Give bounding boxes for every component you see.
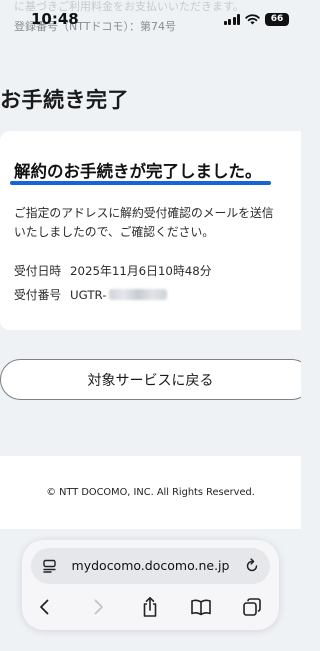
status-icons: 66 xyxy=(223,12,289,26)
forward-nav-button[interactable] xyxy=(84,593,112,621)
reception-number-row: 受付番号 UGTR- xyxy=(14,286,167,303)
back-icon xyxy=(40,599,49,615)
reception-datetime-row: 受付日時 2025年11月6日10時48分 xyxy=(14,262,212,279)
forward-icon xyxy=(94,599,103,615)
browser-nav-toolbar xyxy=(22,593,279,621)
cellular-signal-icon xyxy=(223,13,240,25)
heading-underline xyxy=(10,181,271,185)
card-heading: 解約のお手続きが完了しました。 xyxy=(14,162,262,181)
browser-toolbar: mydocomo.docomo.ne.jp xyxy=(22,540,279,630)
page-title: お手続き完了 xyxy=(0,88,129,112)
page: に基づきご利用料金をお支払いいただきます。 登録番号（NTTドコモ）：第74号 … xyxy=(0,0,301,651)
card-description: ご指定のアドレスに解約受付確認のメールを送信いたしましたので、ご確認ください。 xyxy=(14,206,274,239)
status-time: 10:48 xyxy=(31,10,79,28)
battery-indicator: 66 xyxy=(265,12,289,26)
tabs-icon xyxy=(243,598,261,616)
url-text: mydocomo.docomo.ne.jp xyxy=(71,558,230,573)
wifi-icon xyxy=(245,13,260,24)
reception-number-label: 受付番号 xyxy=(14,288,62,302)
address-bar[interactable]: mydocomo.docomo.ne.jp xyxy=(31,548,270,584)
reception-datetime-label: 受付日時 xyxy=(14,264,62,278)
redacted-number xyxy=(108,289,167,300)
completion-card: 解約のお手続きが完了しました。 ご指定のアドレスに解約受付確認のメールを送信いた… xyxy=(0,131,301,330)
back-nav-button[interactable] xyxy=(31,593,59,621)
share-icon xyxy=(143,597,157,617)
bookmarks-button[interactable] xyxy=(187,593,215,621)
tabs-button[interactable] xyxy=(238,593,266,621)
share-button[interactable] xyxy=(136,593,164,621)
back-to-service-button[interactable]: 対象サービスに戻る xyxy=(0,359,301,400)
reload-icon[interactable] xyxy=(243,557,261,575)
bookmarks-icon xyxy=(191,599,211,616)
copyright-text: © NTT DOCOMO, INC. All Rights Reserved. xyxy=(46,487,255,498)
reception-datetime-value: 2025年11月6日10時48分 xyxy=(70,264,212,278)
reception-number-value: UGTR- xyxy=(70,287,107,302)
footer: © NTT DOCOMO, INC. All Rights Reserved. xyxy=(0,456,301,529)
